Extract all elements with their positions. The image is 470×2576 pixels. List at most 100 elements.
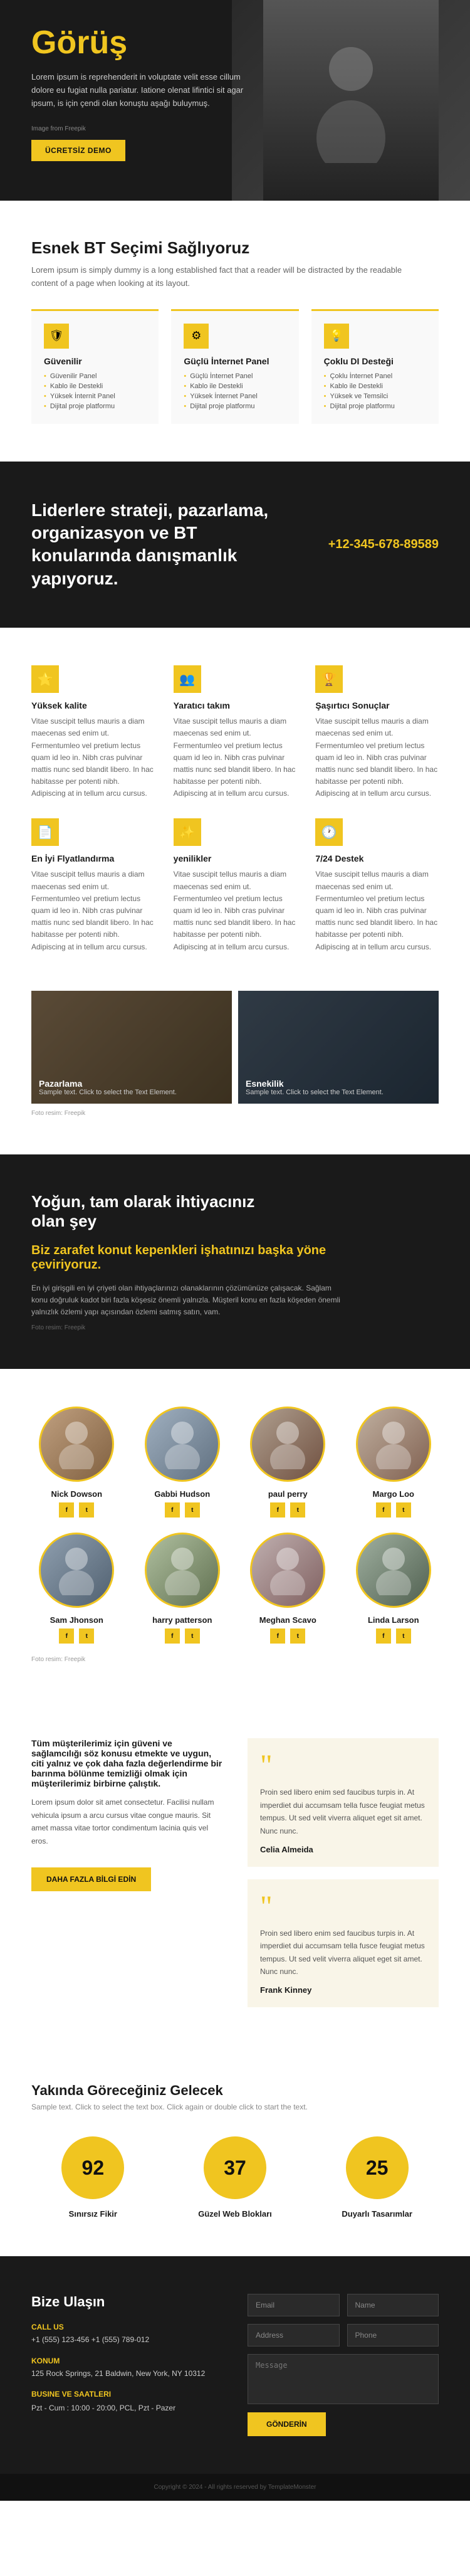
twitter-icon-0[interactable]: t <box>79 1502 94 1518</box>
avatar-person-2 <box>269 1419 306 1469</box>
bt-card-item-1-2: Yüksek İnternet Panel <box>184 391 286 401</box>
team-social-1: f t <box>137 1502 228 1518</box>
bt-card-item-0-3: Dijital proje platformu <box>44 401 146 411</box>
bt-card-1: ⚙ Güçlü İnternet Panel Güçlü İnternet Pa… <box>171 309 298 424</box>
twitter-icon-4[interactable]: t <box>79 1628 94 1644</box>
bt-card-item-2-0: Çoklu İnternet Panel <box>324 371 426 381</box>
facebook-icon-3[interactable]: f <box>376 1502 391 1518</box>
twitter-icon-2[interactable]: t <box>290 1502 305 1518</box>
footer-text: Copyright © 2024 - All rights reserved b… <box>31 2484 439 2491</box>
avatar-person-0 <box>58 1419 95 1469</box>
team-social-5: f t <box>137 1628 228 1644</box>
team-social-4: f t <box>31 1628 122 1644</box>
facebook-icon-4[interactable]: f <box>59 1628 74 1644</box>
feature-text-3: Vitae suscipit tellus mauris a diam maec… <box>31 868 155 953</box>
avatar-person-5 <box>164 1545 201 1595</box>
facebook-icon-5[interactable]: f <box>165 1628 180 1644</box>
facebook-icon-2[interactable]: f <box>270 1502 285 1518</box>
contact-call-text: +1 (555) 123-456 +1 (555) 789-012 <box>31 2334 222 2346</box>
feature-icon-5: 🕐 <box>315 818 343 846</box>
feature-icon-2: 🏆 <box>315 665 343 693</box>
dark-banner-text: Liderlere strateji, pazarlama, organizas… <box>31 499 295 591</box>
bt-card-title-0: Güvenilir <box>44 356 146 366</box>
team-name-7: Linda Larson <box>348 1615 439 1625</box>
image-card-sub-1: Sample text. Click to select the Text El… <box>39 1089 177 1096</box>
feature-item-2: 🏆 Şaşırtıcı Sonuçlar Vitae suscipit tell… <box>315 665 439 800</box>
image-grid-credit: Foto resim: Freepik <box>31 1110 439 1117</box>
contact-konum: Konum 125 Rock Springs, 21 Baldwin, New … <box>31 2357 222 2380</box>
bt-card-0: 🛡 Güvenilir Güvenilir Panel Kablo ile De… <box>31 309 159 424</box>
footer: Copyright © 2024 - All rights reserved b… <box>0 2474 470 2501</box>
twitter-icon-6[interactable]: t <box>290 1628 305 1644</box>
feature-icon-1: 👥 <box>174 665 201 693</box>
team-member-5: harry patterson f t <box>137 1533 228 1644</box>
feature-icon-3: 📄 <box>31 818 59 846</box>
twitter-icon-5[interactable]: t <box>185 1628 200 1644</box>
facebook-icon-7[interactable]: f <box>376 1628 391 1644</box>
team-member-0: Nick Dowson f t <box>31 1407 122 1518</box>
stat-item-0: 92 Sınırsız Fikir <box>31 2136 155 2219</box>
testimonial-cta-button[interactable]: DAHA FAZLA BİLGİ EDİN <box>31 1867 151 1891</box>
team-name-3: Margo Loo <box>348 1489 439 1499</box>
feature-icon-4: ✨ <box>174 818 201 846</box>
contact-hours-title: Busine ve Saatleri <box>31 2390 222 2399</box>
image-caption-1: Pazarlama Sample text. Click to select t… <box>31 1071 184 1104</box>
feature-title-5: 7/24 Destek <box>315 853 439 863</box>
stat-item-1: 37 Güzel Web Blokları <box>174 2136 297 2219</box>
feature-text-0: Vitae suscipit tellus mauris a diam maec… <box>31 715 155 800</box>
busy-title: Yoğun, tam olarak ihtiyacınız olan şey <box>31 1192 282 1231</box>
quote-card-1: " Proin sed libero enim sed faucibus tur… <box>248 1879 439 2008</box>
stat-label-1: Güzel Web Blokları <box>174 2209 297 2219</box>
contact-grid: Bize Ulaşın Call Us +1 (555) 123-456 +1 … <box>31 2294 439 2436</box>
team-avatar-1 <box>145 1407 220 1482</box>
team-name-6: Meghan Scavo <box>243 1615 333 1625</box>
testimonial-left-text: Lorem ipsum dolor sit amet consectetur. … <box>31 1796 222 1847</box>
hero-cta-button[interactable]: ÜCRETSİZ DEMO <box>31 140 125 161</box>
hero-photo-inner <box>263 0 439 201</box>
team-avatar-5 <box>145 1533 220 1608</box>
image-caption-2: Esnekilik Sample text. Click to select t… <box>238 1071 391 1104</box>
bt-card-icon-1: ⚙ <box>184 324 209 349</box>
feature-text-4: Vitae suscipit tellus mauris a diam maec… <box>174 868 297 953</box>
quote-author-1: Frank Kinney <box>260 1985 426 1995</box>
hero-title: Görüş <box>31 25 244 61</box>
avatar-person-1 <box>164 1419 201 1469</box>
team-member-3: Margo Loo f t <box>348 1407 439 1518</box>
facebook-icon-0[interactable]: f <box>59 1502 74 1518</box>
bt-card-item-2-1: Kablo ile Destekli <box>324 381 426 391</box>
address-input[interactable] <box>248 2324 340 2346</box>
bt-text: Lorem ipsum is simply dummy is a long es… <box>31 264 407 290</box>
avatar-person-7 <box>375 1545 412 1595</box>
stats-section: Yakında Göreceğiniz Gelecek Sample text.… <box>0 2045 470 2256</box>
quote-text-0: Proin sed libero enim sed faucibus turpi… <box>260 1786 426 1837</box>
team-name-2: paul perry <box>243 1489 333 1499</box>
team-avatar-7 <box>356 1533 431 1608</box>
avatar-person-4 <box>58 1545 95 1595</box>
image-row: Pazarlama Sample text. Click to select t… <box>31 991 439 1104</box>
image-card-sub-2: Sample text. Click to select the Text El… <box>246 1089 384 1096</box>
message-input[interactable] <box>248 2354 439 2404</box>
facebook-icon-6[interactable]: f <box>270 1628 285 1644</box>
team-social-0: f t <box>31 1502 122 1518</box>
hero-image-credit: Image from Freepik <box>31 125 244 132</box>
contact-form: GÖNDERİN <box>248 2294 439 2436</box>
testimonial-right: " Proin sed libero enim sed faucibus tur… <box>248 1738 439 2007</box>
feature-text-5: Vitae suscipit tellus mauris a diam maec… <box>315 868 439 953</box>
bt-grid: 🛡 Güvenilir Güvenilir Panel Kablo ile De… <box>31 309 439 424</box>
team-member-7: Linda Larson f t <box>348 1533 439 1644</box>
feature-title-3: En İyi Flyatlandırma <box>31 853 155 863</box>
feature-text-2: Vitae suscipit tellus mauris a diam maec… <box>315 715 439 800</box>
bt-card-item-1-1: Kablo ile Destekli <box>184 381 286 391</box>
twitter-icon-1[interactable]: t <box>185 1502 200 1518</box>
phone-input[interactable] <box>347 2324 439 2346</box>
testimonial-section: Tüm müşterilerimiz için güveni ve sağlam… <box>0 1701 470 2045</box>
name-input[interactable] <box>347 2294 439 2316</box>
email-input[interactable] <box>248 2294 340 2316</box>
facebook-icon-1[interactable]: f <box>165 1502 180 1518</box>
contact-submit-button[interactable]: GÖNDERİN <box>248 2412 326 2436</box>
dark-banner-phone: +12-345-678-89589 <box>328 537 439 552</box>
twitter-icon-3[interactable]: t <box>396 1502 411 1518</box>
avatar-person-3 <box>375 1419 412 1469</box>
team-name-0: Nick Dowson <box>31 1489 122 1499</box>
twitter-icon-7[interactable]: t <box>396 1628 411 1644</box>
